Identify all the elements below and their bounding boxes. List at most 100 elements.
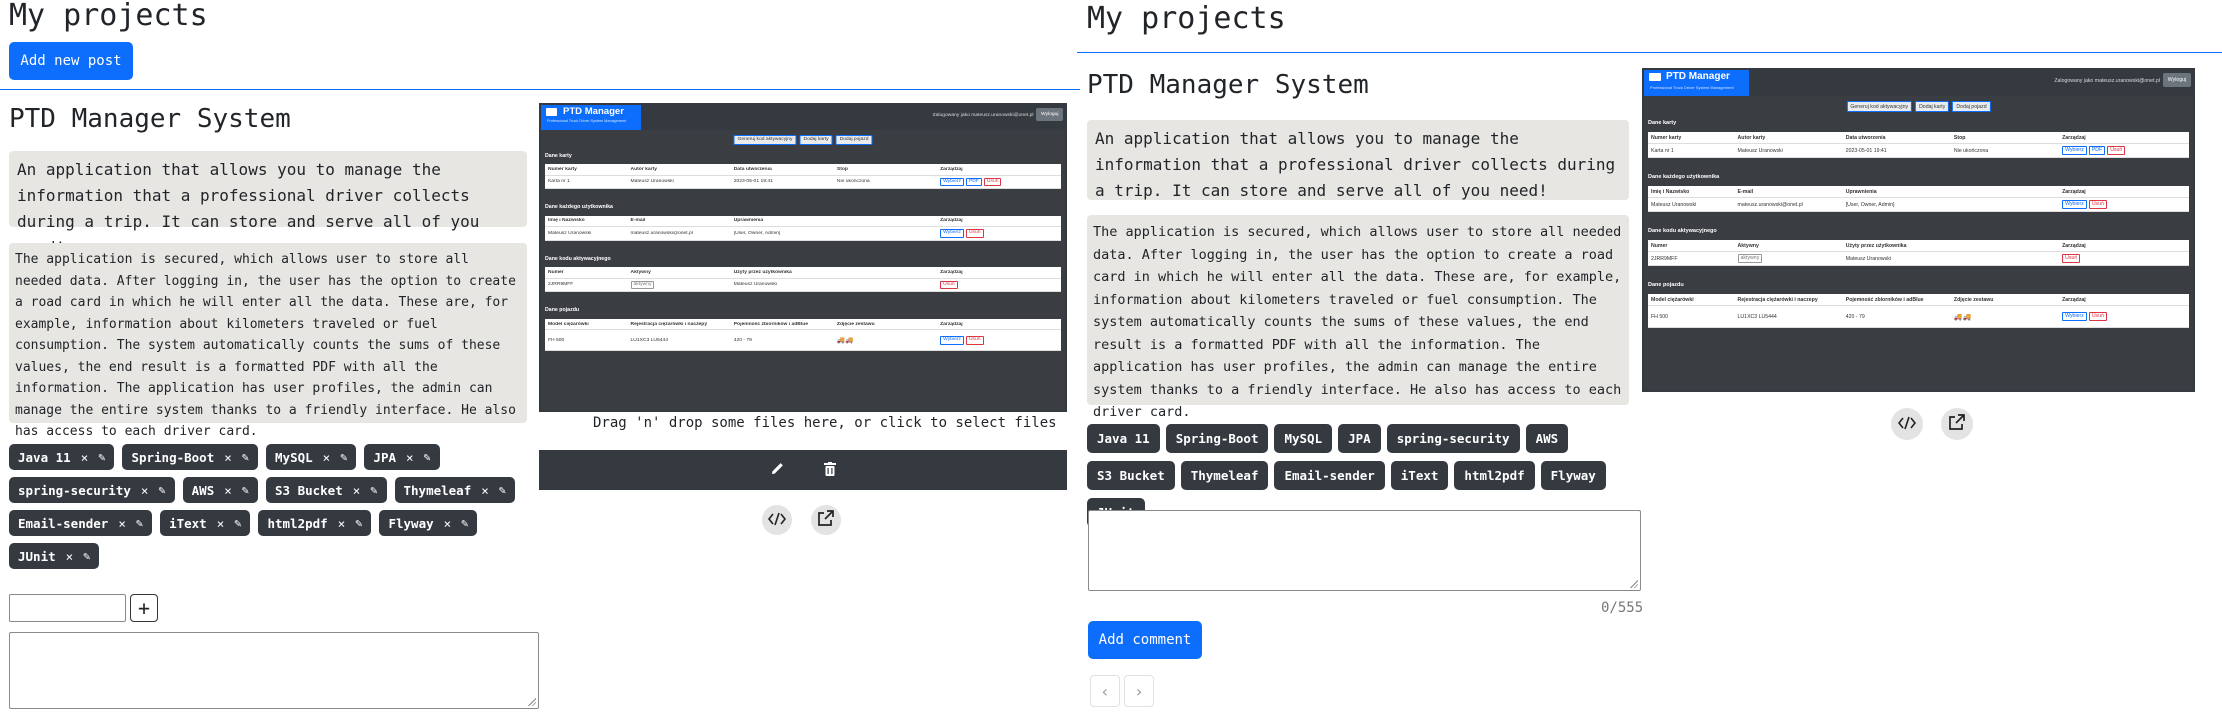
preview-cell-text: Data utworzenia [733,166,772,172]
preview-action-button: Wybierz [2062,312,2087,321]
preview-cell: Data utworzenia [731,167,834,172]
close-icon[interactable]: × [444,516,452,531]
preview-nav-button: Generuj kod aktywacyjny [1846,101,1913,112]
preview-cell-text: Nie ukończona [836,179,870,185]
preview-table: Imię i Nazwisko E-mail Uprawnienia Zarządza… [1648,186,2189,212]
preview-truck-image: 🚚🚚 [1953,313,1972,321]
prev-page-button[interactable]: ‹ [1090,675,1120,707]
preview-section: Dane karty Numer karty Autor karty Data utw… [1648,118,2189,158]
page-title: My projects [9,0,208,33]
close-icon[interactable]: × [406,450,414,465]
pencil-icon[interactable]: ✎ [98,450,105,464]
preview-cell-text: Aktywny [630,270,651,276]
pencil-icon[interactable]: ✎ [242,450,249,464]
tag-label: Flyway [388,515,434,531]
code-link-button[interactable] [1891,408,1923,440]
preview-cell-text: Mateusz Uranowski [1737,147,1783,154]
preview-action-button: Usuń [2107,146,2126,155]
preview-cell: Uprawnienia [1843,189,1951,195]
preview-cell-text: LU1XC3 LU5444 [630,337,668,343]
tag-chip: html2pdf [1454,461,1535,490]
preview-brand: PTD Manager Professional Truck Driver Sys… [541,105,642,130]
preview-cell: Mateusz Uranowski [731,282,834,287]
comment-textarea[interactable] [1088,510,1641,591]
close-icon[interactable]: × [224,450,232,465]
file-dropzone[interactable]: Drag 'n' drop some files here, or click … [593,415,1057,431]
tag-chip: Email-sender [1274,461,1385,490]
pencil-icon[interactable]: ✎ [340,450,347,464]
tag-label: Java 11 [18,449,71,465]
preview-nav-button: Dodaj karty [1915,101,1950,112]
preview-section: Dane każdego użytkownika Imię i Nazwisko E… [545,202,1061,241]
preview-cell: Mateusz Uranowski [545,231,628,236]
tag-label: spring-security [18,482,131,498]
external-link-icon [1949,414,1965,434]
resize-handle[interactable] [1630,580,1638,588]
preview-cell: Zdjęcie zestawu [834,322,937,327]
preview-section-title: Dane każdego użytkownika [1648,174,1720,180]
preview-section: Dane karty Numer karty Autor karty Data utw… [545,151,1061,189]
tag-input[interactable] [9,594,126,622]
add-tag-button[interactable]: + [130,594,158,622]
preview-cell-text: E-mail [1737,188,1754,195]
preview-logout: Wyloguj [1036,107,1064,122]
preview-cell-text: Pojemność zbiorników i adBlue [733,321,809,327]
close-icon[interactable]: × [118,516,126,531]
preview-table: Numer Aktywny Użyty przez użytkownika Zarzą… [545,267,1061,293]
tag-chip: iText [1390,461,1449,490]
tag-label: Spring-Boot [131,449,215,465]
preview-cell: Wybierz Usuń [937,229,1061,238]
pencil-icon[interactable]: ✎ [370,483,377,497]
page-title: My projects [1087,1,1286,36]
close-icon[interactable]: × [224,483,232,498]
pencil-icon[interactable] [770,461,784,480]
pencil-icon[interactable]: ✎ [158,483,165,497]
resize-handle[interactable] [528,698,536,706]
live-link-button[interactable] [811,505,841,535]
preview-cell-text: Karta nr 1 [1651,147,1674,154]
close-icon[interactable]: × [81,450,89,465]
preview-cell: Aktywny [1735,243,1843,249]
pencil-icon[interactable]: ✎ [499,483,506,497]
close-icon[interactable]: × [353,483,361,498]
preview-cell-text: Mateusz Uranowski [1845,255,1891,262]
preview-cell: Mateusz Uranowski [1648,202,1735,208]
preview-cell-text: Zdjęcie zestawu [836,321,875,327]
preview-nav-button: Dodaj karty [799,134,833,146]
external-link-icon [818,510,834,530]
preview-cell: Pojemność zbiorników i adBlue [731,322,834,327]
pencil-icon[interactable]: ✎ [136,516,143,530]
preview-cell: Stop [834,167,937,172]
preview-cell-text: Zarządzaj [2062,134,2086,141]
close-icon[interactable]: × [66,549,74,564]
pencil-icon[interactable]: ✎ [83,549,90,563]
preview-cell: Rejestracja ciężarówki i naczepy [1735,297,1843,303]
preview-cell: LU1XC3 LU5444 [1735,314,1843,320]
comment-char-counter: 0/555 [1601,600,1644,616]
preview-cell-text: Stop [836,166,848,172]
description-textarea[interactable] [9,632,539,709]
project-title: PTD Manager System [1087,70,1369,100]
pencil-icon[interactable]: ✎ [242,483,249,497]
preview-action-button: Usuń [965,336,984,345]
close-icon[interactable]: × [481,483,489,498]
code-link-button[interactable] [762,505,792,535]
tag-label: html2pdf [267,515,328,531]
close-icon[interactable]: × [338,516,346,531]
live-link-button[interactable] [1941,408,1973,440]
preview-table: Model ciężarówki Rejestracja ciężarówki i… [1648,294,2189,328]
pencil-icon[interactable]: ✎ [461,516,468,530]
pencil-icon[interactable]: ✎ [355,516,362,530]
close-icon[interactable]: × [141,483,149,498]
close-icon[interactable]: × [217,516,225,531]
preview-cell-text: FH 500 [548,337,565,343]
add-post-button[interactable]: Add new post [9,42,133,80]
preview-cell-text: Użyty przez użytkownika [733,270,792,276]
next-page-button[interactable]: › [1124,675,1154,707]
pencil-icon[interactable]: ✎ [424,450,431,464]
preview-cell: Karta nr 1 [1648,148,1735,154]
pencil-icon[interactable]: ✎ [234,516,241,530]
add-comment-button[interactable]: Add comment [1088,621,1202,659]
close-icon[interactable]: × [323,450,331,465]
trash-icon[interactable] [824,461,836,480]
